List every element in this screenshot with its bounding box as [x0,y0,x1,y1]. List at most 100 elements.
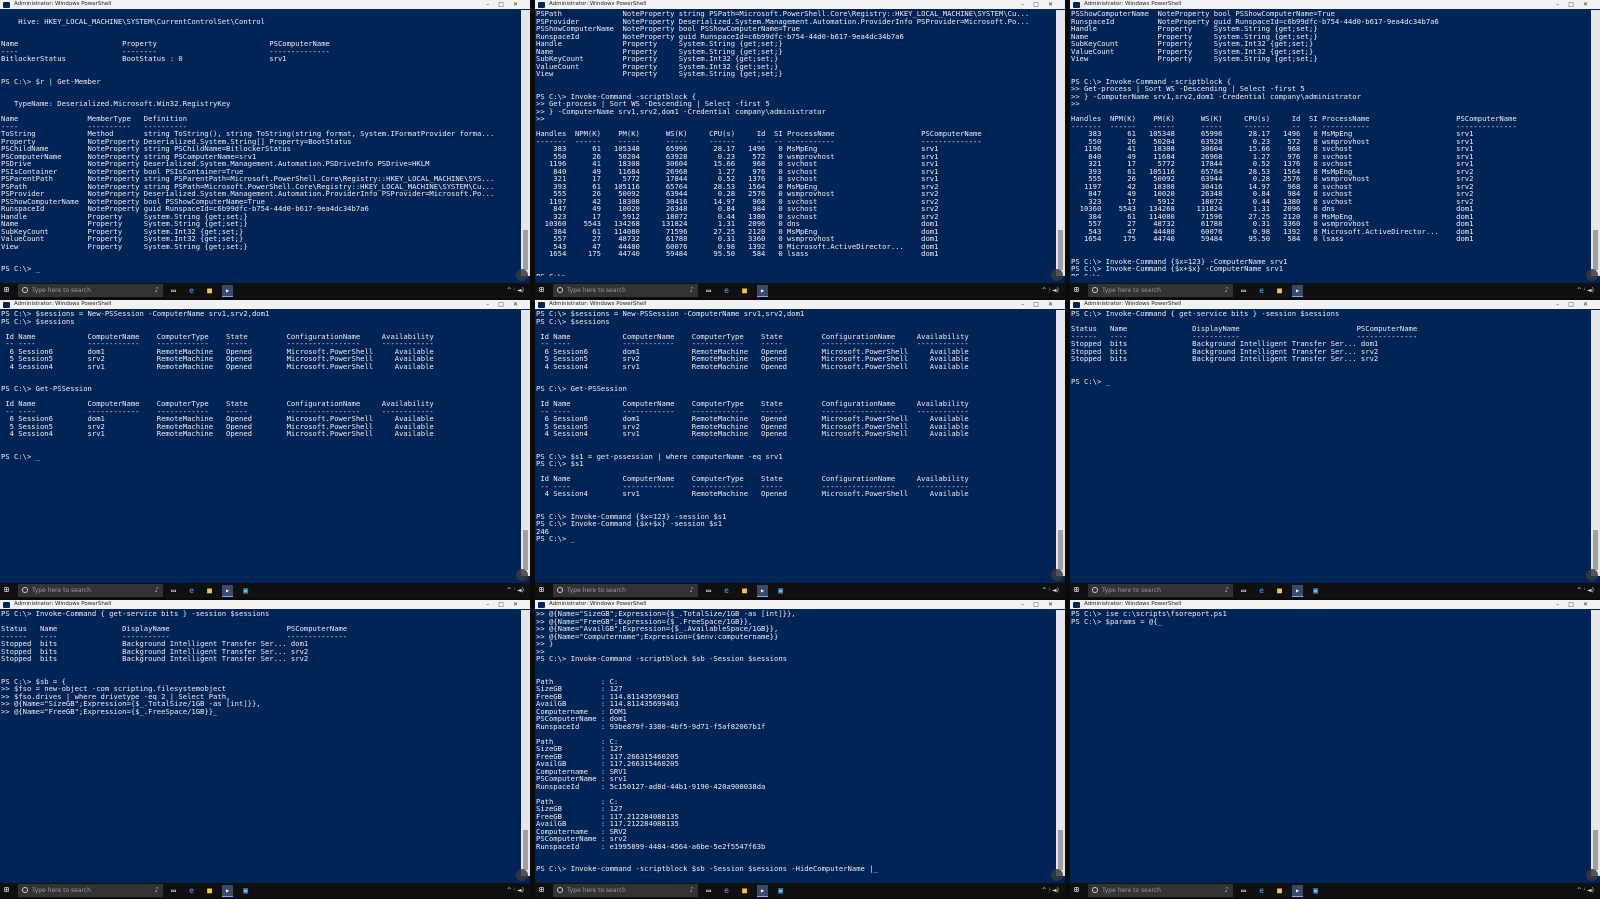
window-controls[interactable]: –□✕ [486,300,527,309]
windows-start-icon[interactable]: ⊞ [539,286,547,294]
powershell-taskbar-icon[interactable]: ▸ [222,585,233,597]
powershell-taskbar-icon[interactable]: ▸ [222,285,233,297]
taskbar-search-box[interactable]: Type here to search ♪ [553,884,698,897]
taskbar-search-box[interactable]: Type here to search ♪ [18,584,163,597]
window-titlebar[interactable]: Administrator: Windows PowerShell –□✕ [1070,300,1600,309]
console-output[interactable]: PS C:\> $sessions = New-PSSession -Compu… [535,310,1055,576]
taskbar-search-box[interactable]: Type here to search ♪ [1088,584,1233,597]
edge-browser-icon[interactable]: e [721,285,732,296]
windows-start-icon[interactable]: ⊞ [4,886,12,894]
scrollbar-thumb[interactable] [1058,530,1063,570]
vertical-scrollbar[interactable] [521,10,530,276]
window-titlebar[interactable]: Administrator: Windows PowerShell –□✕ [535,0,1065,9]
window-controls[interactable]: –□✕ [1556,300,1597,309]
notification-icon[interactable] [516,569,528,581]
system-tray[interactable]: ^ ꜞ ◄) [507,283,524,298]
window-titlebar[interactable]: Administrator: Windows PowerShell –□✕ [535,600,1065,609]
edge-browser-icon[interactable]: e [1256,285,1267,296]
file-explorer-icon[interactable]: ■ [1274,285,1285,296]
edge-browser-icon[interactable]: e [186,885,197,896]
microphone-icon[interactable]: ♪ [1225,584,1229,597]
window-controls[interactable]: –□✕ [1021,600,1062,609]
task-view-icon[interactable]: ▭ [703,585,714,596]
windows-start-icon[interactable]: ⊞ [4,586,12,594]
windows-start-icon[interactable]: ⊞ [539,886,547,894]
file-explorer-icon[interactable]: ■ [739,585,750,596]
microphone-icon[interactable]: ♪ [690,884,694,897]
powershell-taskbar-icon[interactable]: ▸ [757,885,768,897]
system-tray[interactable]: ^ ꜞ ◄) [1577,583,1594,598]
microphone-icon[interactable]: ♪ [1225,284,1229,297]
file-explorer-icon[interactable]: ■ [204,885,215,896]
window-titlebar[interactable]: Administrator: Windows PowerShell –□✕ [0,0,530,9]
file-explorer-icon[interactable]: ■ [739,285,750,296]
powershell-taskbar-icon[interactable]: ▸ [757,285,768,297]
taskbar-search-box[interactable]: Type here to search ♪ [18,284,163,297]
notification-icon[interactable] [1051,869,1063,881]
file-explorer-icon[interactable]: ■ [1274,885,1285,896]
window-titlebar[interactable]: Administrator: Windows PowerShell –□✕ [1070,0,1600,9]
vertical-scrollbar[interactable] [1056,10,1065,276]
window-titlebar[interactable]: Administrator: Windows PowerShell –□✕ [535,300,1065,309]
powershell-window-8[interactable]: Administrator: Windows PowerShell –□✕ >> @… [535,600,1065,898]
powershell-ise-taskbar-icon[interactable]: ▣ [775,585,786,596]
file-explorer-icon[interactable]: ■ [204,585,215,596]
task-view-icon[interactable]: ▭ [703,885,714,896]
windows-start-icon[interactable]: ⊞ [1074,586,1082,594]
system-tray[interactable]: ^ ꜞ ◄) [1042,883,1059,898]
taskbar-search-box[interactable]: Type here to search ♪ [18,884,163,897]
console-output[interactable]: PS C:\> Invoke-Command { get-service bit… [1070,310,1590,576]
notification-icon[interactable] [516,869,528,881]
notification-icon[interactable] [1586,269,1598,281]
system-tray[interactable]: ^ ꜞ ◄) [1577,283,1594,298]
powershell-taskbar-icon[interactable]: ▸ [1292,885,1303,897]
window-controls[interactable]: –□✕ [486,600,527,609]
console-output[interactable]: PS C:\> ise c:\scripts\fsoreport.ps1 PS … [1070,610,1590,876]
scrollbar-thumb[interactable] [523,530,528,570]
edge-browser-icon[interactable]: e [1256,885,1267,896]
console-output[interactable]: PSPath NoteProperty string PSPath=Micros… [535,10,1055,276]
vertical-scrollbar[interactable] [521,610,530,876]
edge-browser-icon[interactable]: e [186,285,197,296]
scrollbar-thumb[interactable] [523,230,528,270]
task-view-icon[interactable]: ▭ [168,885,179,896]
task-view-icon[interactable]: ▭ [703,285,714,296]
system-tray[interactable]: ^ ꜞ ◄) [507,583,524,598]
scrollbar-thumb[interactable] [1593,230,1598,270]
notification-icon[interactable] [1051,569,1063,581]
powershell-window-9[interactable]: Administrator: Windows PowerShell –□✕ PS C… [1070,600,1600,898]
powershell-window-1[interactable]: Administrator: Windows PowerShell –□✕ Hiv… [0,0,530,298]
edge-browser-icon[interactable]: e [1256,585,1267,596]
microphone-icon[interactable]: ♪ [690,584,694,597]
vertical-scrollbar[interactable] [1591,610,1600,876]
microphone-icon[interactable]: ♪ [155,884,159,897]
window-titlebar[interactable]: Administrator: Windows PowerShell –□✕ [0,600,530,609]
taskbar-search-box[interactable]: Type here to search ♪ [553,584,698,597]
windows-start-icon[interactable]: ⊞ [1074,286,1082,294]
edge-browser-icon[interactable]: e [721,885,732,896]
scrollbar-thumb[interactable] [1058,830,1063,870]
console-output[interactable]: PSShowComputerName NoteProperty bool PSS… [1070,10,1590,276]
edge-browser-icon[interactable]: e [721,585,732,596]
microphone-icon[interactable]: ♪ [1225,884,1229,897]
console-output[interactable]: PS C:\> Invoke-Command { get-service bit… [0,610,520,876]
window-controls[interactable]: –□✕ [1021,0,1062,9]
system-tray[interactable]: ^ ꜞ ◄) [1577,883,1594,898]
vertical-scrollbar[interactable] [1591,10,1600,276]
taskbar-search-box[interactable]: Type here to search ♪ [553,284,698,297]
window-titlebar[interactable]: Administrator: Windows PowerShell –□✕ [0,300,530,309]
powershell-taskbar-icon[interactable]: ▸ [757,585,768,597]
powershell-window-3[interactable]: Administrator: Windows PowerShell –□✕ PSSh… [1070,0,1600,298]
window-controls[interactable]: –□✕ [1556,600,1597,609]
powershell-taskbar-icon[interactable]: ▸ [1292,585,1303,597]
vertical-scrollbar[interactable] [1591,310,1600,576]
powershell-window-6[interactable]: Administrator: Windows PowerShell –□✕ PS C… [1070,300,1600,598]
task-view-icon[interactable]: ▭ [1238,585,1249,596]
window-titlebar[interactable]: Administrator: Windows PowerShell –□✕ [1070,600,1600,609]
powershell-ise-taskbar-icon[interactable]: ▣ [775,885,786,896]
powershell-taskbar-icon[interactable]: ▸ [1292,285,1303,297]
powershell-ise-taskbar-icon[interactable]: ▣ [1310,585,1321,596]
powershell-window-4[interactable]: Administrator: Windows PowerShell –□✕ PS C… [0,300,530,598]
microphone-icon[interactable]: ♪ [155,584,159,597]
notification-icon[interactable] [1586,869,1598,881]
